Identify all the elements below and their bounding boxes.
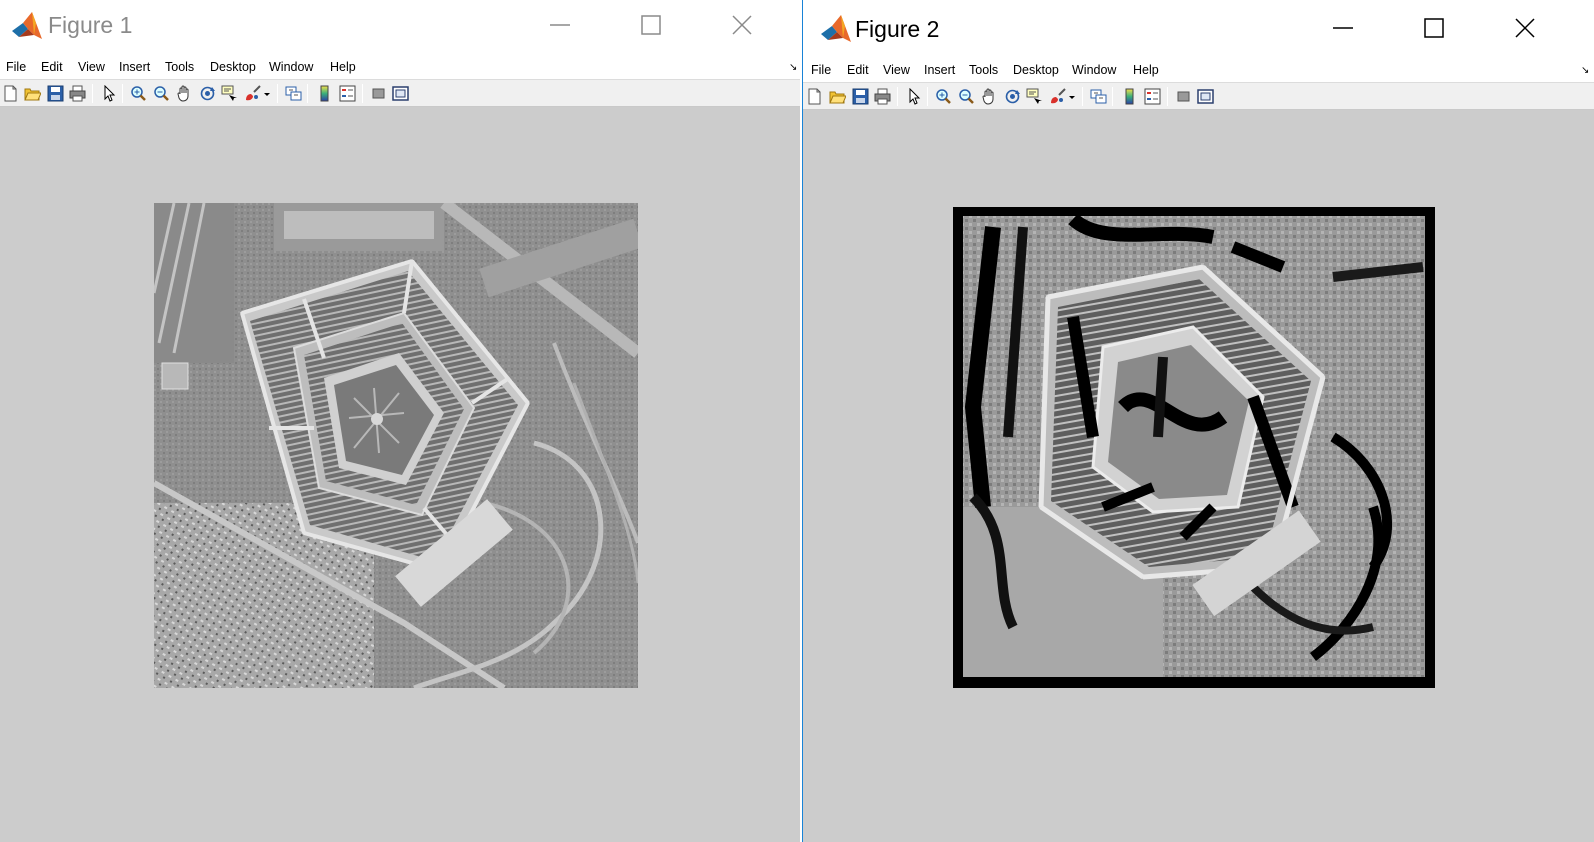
toolbar-separator <box>897 87 898 106</box>
image-axes[interactable] <box>154 203 638 688</box>
open-file-icon[interactable] <box>829 88 847 105</box>
edit-plot-icon[interactable] <box>905 87 922 105</box>
legend-icon[interactable] <box>1144 88 1161 105</box>
menu-insert[interactable]: Insert <box>924 63 955 77</box>
link-plot-icon[interactable] <box>1090 88 1107 105</box>
save-icon[interactable] <box>47 85 64 102</box>
save-icon[interactable] <box>852 88 869 105</box>
open-file-icon[interactable] <box>24 85 42 102</box>
print-icon[interactable] <box>874 88 891 105</box>
brush-dropdown-icon[interactable] <box>262 85 272 102</box>
figure-toolbar <box>0 79 800 107</box>
toolbar-separator <box>927 87 928 106</box>
matlab-logo-icon <box>10 9 44 43</box>
menu-tools[interactable]: Tools <box>165 60 194 74</box>
dock-arrow-icon[interactable]: ↘ <box>1581 65 1589 76</box>
window-title: Figure 1 <box>48 12 133 38</box>
figure-canvas <box>0 107 800 842</box>
toolbar-separator <box>1112 87 1113 106</box>
figure-toolbar <box>803 82 1594 110</box>
menu-help[interactable]: Help <box>1133 63 1159 77</box>
colorbar-icon[interactable] <box>316 85 333 102</box>
pan-icon[interactable] <box>176 85 193 102</box>
pan-icon[interactable] <box>981 88 998 105</box>
menu-bar: File Edit View Insert Tools Desktop Wind… <box>803 59 1594 82</box>
new-figure-icon[interactable] <box>2 85 19 102</box>
close-button[interactable] <box>1502 3 1548 53</box>
menu-window[interactable]: Window <box>1072 63 1116 77</box>
zoom-out-icon[interactable] <box>153 85 170 102</box>
brush-icon[interactable] <box>244 85 261 102</box>
menu-view[interactable]: View <box>883 63 910 77</box>
toolbar-separator <box>122 84 123 103</box>
zoom-in-icon[interactable] <box>935 88 952 105</box>
title-bar[interactable]: Figure 2 <box>803 0 1594 56</box>
toolbar-separator <box>1082 87 1083 106</box>
toolbar-separator <box>277 84 278 103</box>
close-button[interactable] <box>719 0 765 50</box>
figure-1-window: Figure 1 File Edit View Insert Tools Des… <box>0 0 800 842</box>
rotate-3d-icon[interactable] <box>1004 88 1021 105</box>
matlab-logo-icon <box>819 12 853 46</box>
toolbar-separator <box>307 84 308 103</box>
figure-canvas <box>803 110 1594 842</box>
data-cursor-icon[interactable] <box>1026 88 1043 105</box>
colorbar-icon[interactable] <box>1121 88 1138 105</box>
toolbar-separator <box>362 84 363 103</box>
dock-arrow-icon[interactable]: ↘ <box>789 62 797 73</box>
show-plot-tools-icon[interactable] <box>392 85 409 102</box>
data-cursor-icon[interactable] <box>221 85 238 102</box>
brush-icon[interactable] <box>1049 88 1066 105</box>
zoom-in-icon[interactable] <box>130 85 147 102</box>
menu-bar: File Edit View Insert Tools Desktop Wind… <box>0 56 800 79</box>
link-plot-icon[interactable] <box>285 85 302 102</box>
rotate-3d-icon[interactable] <box>199 85 216 102</box>
legend-icon[interactable] <box>339 85 356 102</box>
minimize-button[interactable] <box>537 0 583 50</box>
window-title: Figure 2 <box>855 16 940 42</box>
figure-2-window: Figure 2 File Edit View Insert Tools Des… <box>802 0 1594 842</box>
toolbar-separator <box>1167 87 1168 106</box>
new-figure-icon[interactable] <box>806 88 823 105</box>
brush-dropdown-icon[interactable] <box>1067 88 1077 105</box>
menu-desktop[interactable]: Desktop <box>210 60 256 74</box>
hide-plot-tools-icon[interactable] <box>370 85 387 102</box>
menu-desktop[interactable]: Desktop <box>1013 63 1059 77</box>
menu-edit[interactable]: Edit <box>847 63 869 77</box>
maximize-button[interactable] <box>1411 3 1457 53</box>
menu-help[interactable]: Help <box>330 60 356 74</box>
show-plot-tools-icon[interactable] <box>1197 88 1214 105</box>
menu-edit[interactable]: Edit <box>41 60 63 74</box>
image-axes[interactable] <box>953 207 1435 688</box>
maximize-button[interactable] <box>628 0 674 50</box>
zoom-out-icon[interactable] <box>958 88 975 105</box>
title-bar[interactable]: Figure 1 <box>0 0 800 56</box>
menu-tools[interactable]: Tools <box>969 63 998 77</box>
menu-window[interactable]: Window <box>269 60 313 74</box>
minimize-button[interactable] <box>1320 3 1366 53</box>
hide-plot-tools-icon[interactable] <box>1175 88 1192 105</box>
menu-view[interactable]: View <box>78 60 105 74</box>
print-icon[interactable] <box>69 85 86 102</box>
pentagon-filtered-image <box>953 207 1435 688</box>
edit-plot-icon[interactable] <box>100 84 117 102</box>
toolbar-separator <box>92 84 93 103</box>
pentagon-aerial-image <box>154 203 638 688</box>
menu-insert[interactable]: Insert <box>119 60 150 74</box>
menu-file[interactable]: File <box>811 63 831 77</box>
menu-file[interactable]: File <box>6 60 26 74</box>
